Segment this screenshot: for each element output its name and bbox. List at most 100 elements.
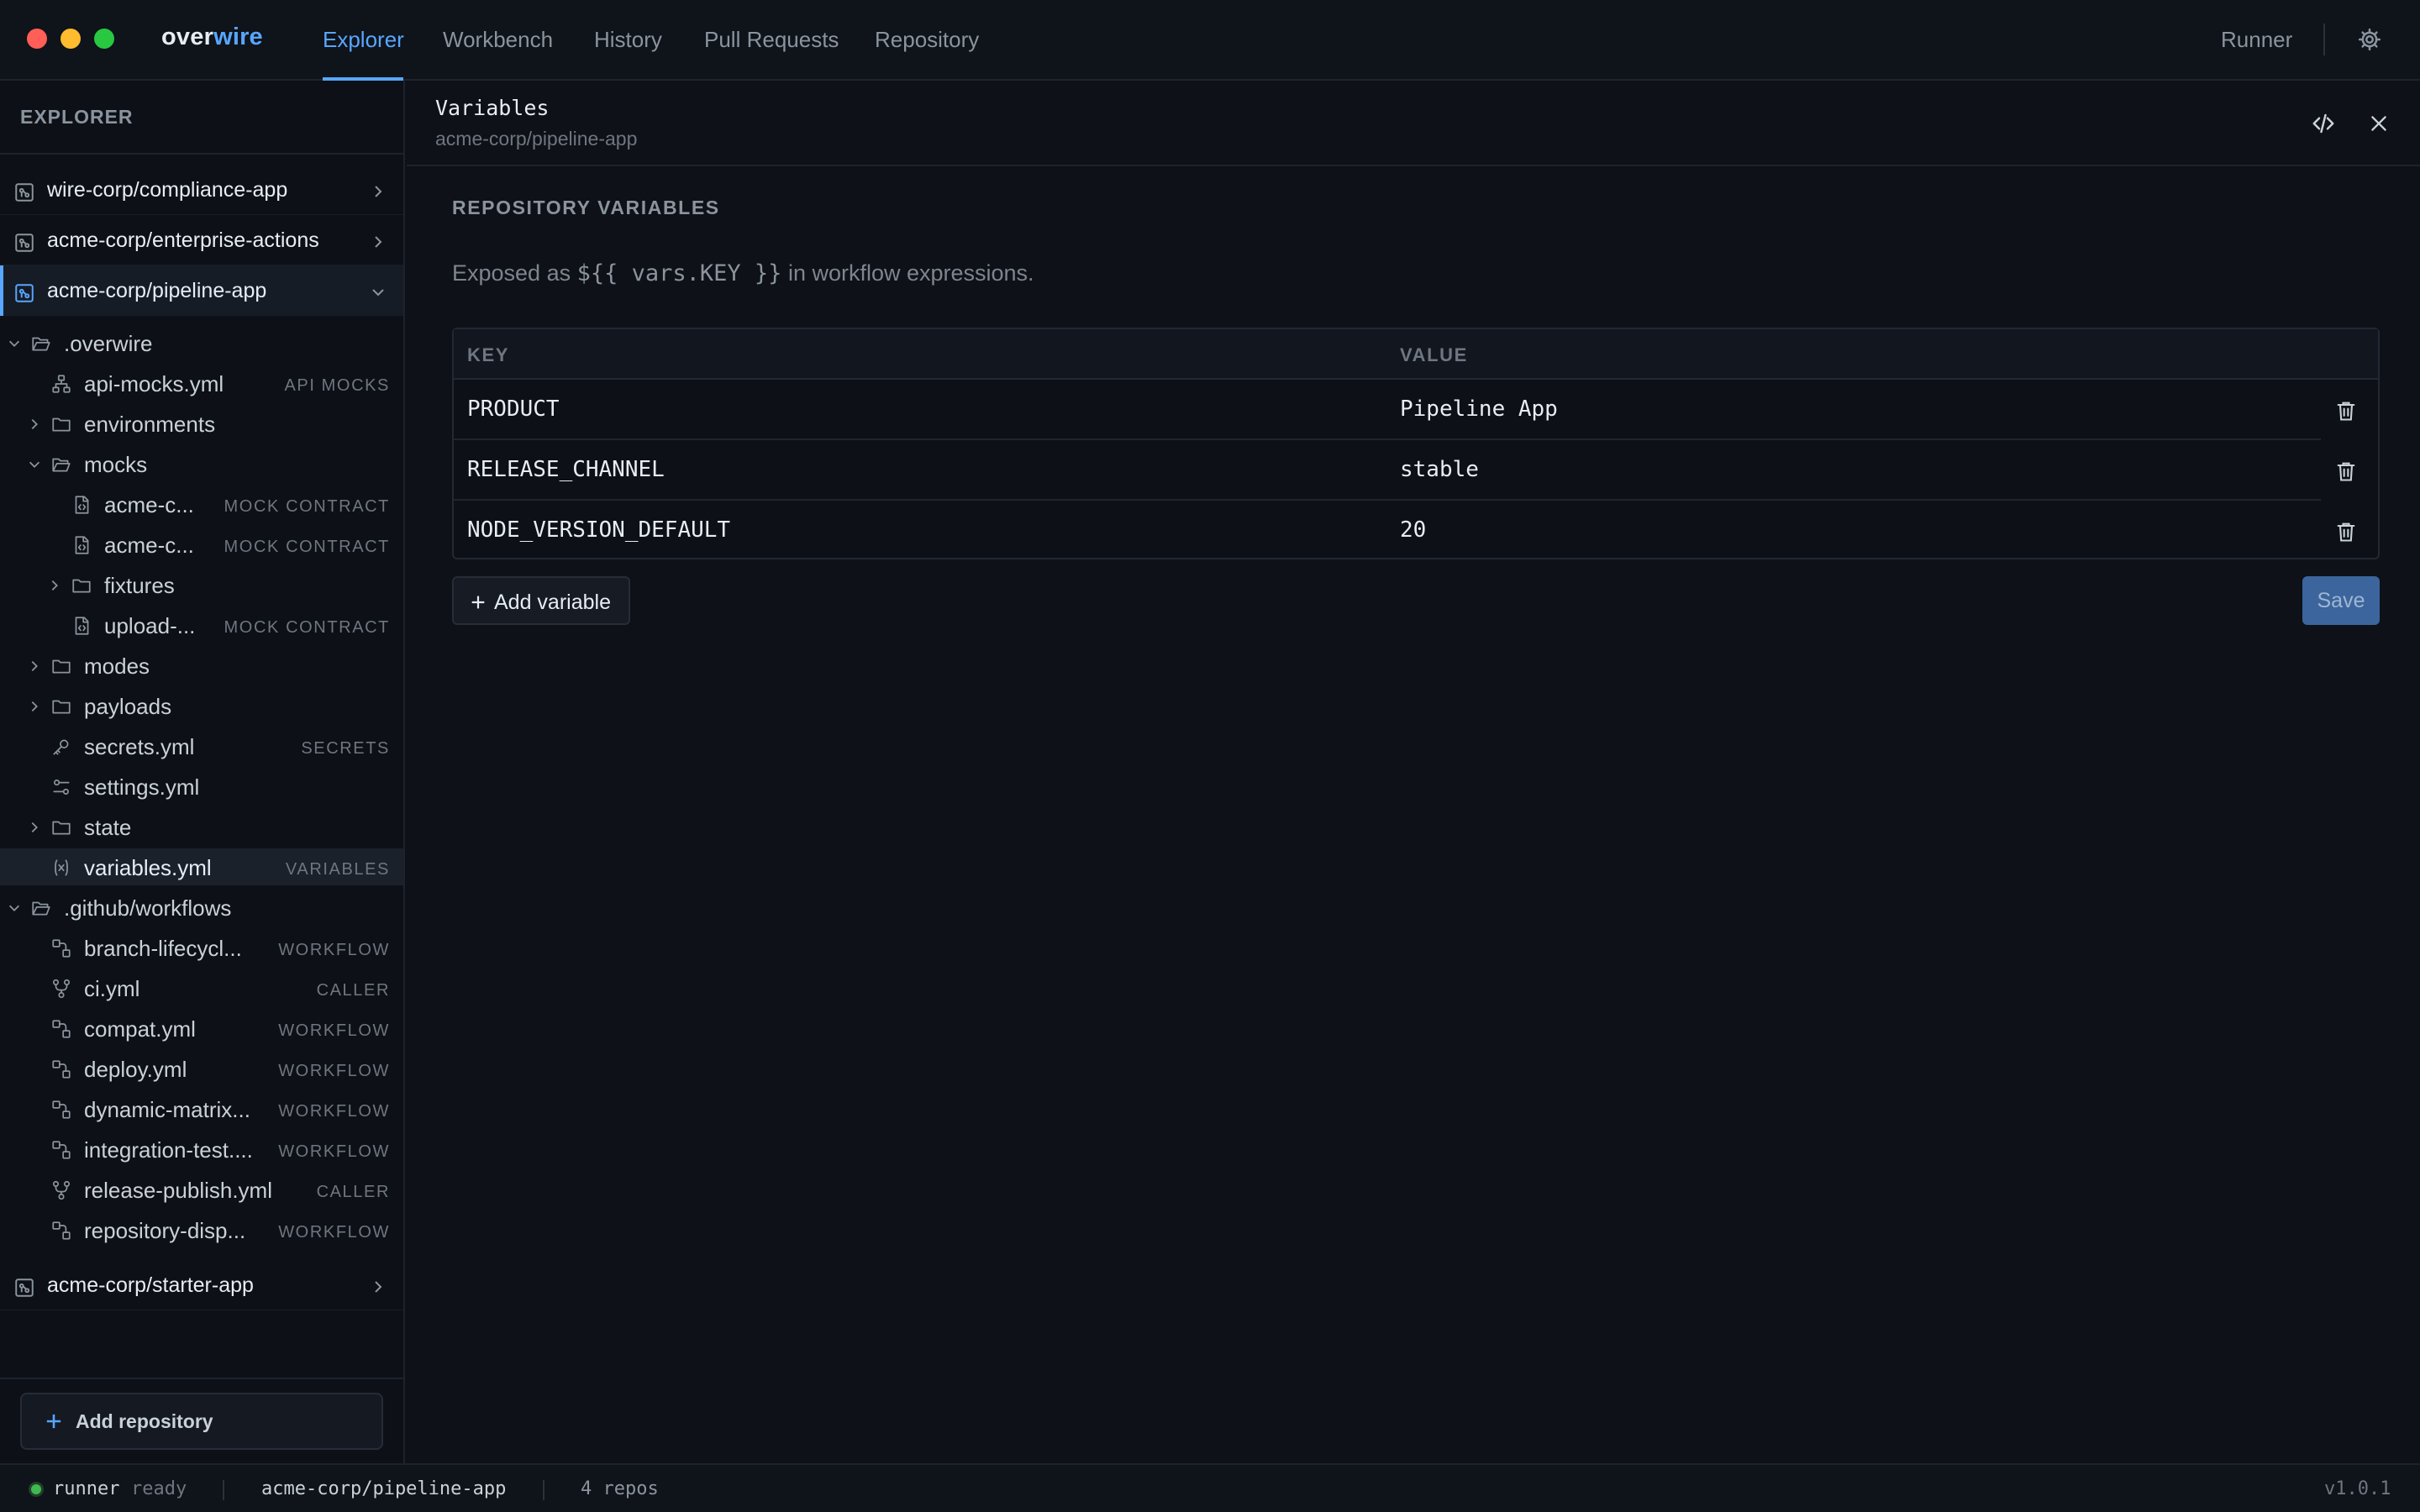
column-header-key: KEY bbox=[467, 344, 510, 365]
runner-link[interactable]: Runner bbox=[2221, 27, 2292, 53]
repo-name: acme-corp/enterprise-actions bbox=[47, 228, 319, 252]
variables-table: KEY VALUE PRODUCT Pipeline App RELEASE_C… bbox=[452, 328, 2380, 559]
variable-key[interactable]: NODE_VERSION_DEFAULT bbox=[467, 517, 730, 543]
tree-file-item[interactable]: settings.yml bbox=[0, 768, 403, 805]
add-repository-button[interactable]: Add repository bbox=[20, 1393, 383, 1450]
tree-folder-item[interactable]: state bbox=[0, 808, 403, 845]
folder-open-icon bbox=[50, 454, 72, 475]
table-row: RELEASE_CHANNEL stable bbox=[454, 440, 2378, 501]
workflow-icon bbox=[50, 937, 72, 959]
add-variable-button[interactable]: Add variable bbox=[452, 576, 630, 625]
tab-explorer[interactable]: Explorer bbox=[323, 27, 404, 53]
chevron-right-icon[interactable] bbox=[27, 820, 42, 835]
tree-folder-item[interactable]: fixtures bbox=[0, 566, 403, 603]
chevron-right-icon[interactable] bbox=[27, 699, 42, 714]
tree-file-item[interactable]: compat.yml WORKFLOW bbox=[0, 1010, 403, 1047]
repo-item-starter-app[interactable]: acme-corp/starter-app bbox=[0, 1260, 403, 1310]
tree-item-label: .github/workflows bbox=[64, 895, 232, 921]
tree-item-label: payloads bbox=[84, 694, 172, 719]
settings-gear-icon[interactable] bbox=[2357, 27, 2382, 52]
app-logo: overwire bbox=[161, 24, 263, 51]
repo-icon bbox=[13, 1277, 35, 1299]
tree-folder-item[interactable]: environments bbox=[0, 405, 403, 442]
tree-file-item[interactable]: repository-disp... WORKFLOW bbox=[0, 1211, 403, 1248]
tree-item-badge: SECRETS bbox=[301, 739, 390, 758]
plus-icon bbox=[42, 1410, 66, 1433]
tree-folder-item[interactable]: .overwire bbox=[0, 324, 403, 361]
tree-item-label: settings.yml bbox=[84, 774, 200, 800]
key-icon bbox=[50, 736, 72, 758]
variable-value[interactable]: Pipeline App bbox=[1400, 396, 1558, 422]
tree-file-item[interactable]: upload-... MOCK CONTRACT bbox=[0, 606, 403, 643]
tree-file-item[interactable]: variables.yml VARIABLES bbox=[0, 848, 403, 885]
variable-value[interactable]: 20 bbox=[1400, 517, 1426, 543]
delete-trash-icon[interactable] bbox=[2334, 519, 2358, 544]
save-button[interactable]: Save bbox=[2302, 576, 2380, 625]
runner-status-label: runner bbox=[53, 1478, 120, 1499]
tree-folder-item[interactable]: modes bbox=[0, 647, 403, 684]
tree-file-item[interactable]: ci.yml CALLER bbox=[0, 969, 403, 1006]
variable-key[interactable]: PRODUCT bbox=[467, 396, 560, 422]
tree-file-item[interactable]: integration-test.... WORKFLOW bbox=[0, 1131, 403, 1168]
chevron-down-icon[interactable] bbox=[7, 900, 22, 916]
tree-file-item[interactable]: secrets.yml SECRETS bbox=[0, 727, 403, 764]
tree-file-item[interactable]: release-publish.yml CALLER bbox=[0, 1171, 403, 1208]
tab-history[interactable]: History bbox=[594, 27, 662, 53]
window-maximize-dot[interactable] bbox=[94, 29, 114, 49]
delete-trash-icon[interactable] bbox=[2334, 398, 2358, 423]
tree-item-label: repository-disp... bbox=[84, 1218, 246, 1243]
tree-item-label: .overwire bbox=[64, 331, 153, 356]
repo-name: wire-corp/compliance-app bbox=[47, 178, 288, 202]
variable-key[interactable]: RELEASE_CHANNEL bbox=[467, 457, 665, 482]
chevron-down-icon[interactable] bbox=[370, 284, 387, 301]
tree-file-item[interactable]: acme-c... MOCK CONTRACT bbox=[0, 526, 403, 563]
window-close-dot[interactable] bbox=[27, 29, 47, 49]
tree-item-label: fixtures bbox=[104, 573, 175, 598]
tab-pull-requests[interactable]: Pull Requests bbox=[704, 27, 839, 53]
workflow-icon bbox=[50, 1099, 72, 1121]
tree-file-item[interactable]: deploy.yml WORKFLOW bbox=[0, 1050, 403, 1087]
panel-subtitle: acme-corp/pipeline-app bbox=[435, 128, 638, 150]
table-row: NODE_VERSION_DEFAULT 20 bbox=[454, 501, 2378, 561]
tree-item-label: environments bbox=[84, 412, 216, 437]
repo-item-compliance-app[interactable]: wire-corp/compliance-app bbox=[0, 165, 403, 215]
tree-item-badge: WORKFLOW bbox=[278, 1021, 390, 1040]
chevron-right-icon[interactable] bbox=[370, 1278, 387, 1295]
tree-item-label: variables.yml bbox=[84, 855, 212, 880]
tree-folder-item[interactable]: payloads bbox=[0, 687, 403, 724]
hint-code: ${{ vars.KEY }} bbox=[576, 260, 782, 286]
tree-folder-item[interactable]: mocks bbox=[0, 445, 403, 482]
delete-trash-icon[interactable] bbox=[2334, 459, 2358, 484]
close-icon[interactable] bbox=[2368, 113, 2390, 134]
tree-file-item[interactable]: dynamic-matrix... WORKFLOW bbox=[0, 1090, 403, 1127]
divider bbox=[0, 153, 403, 155]
tree-file-item[interactable]: acme-c... MOCK CONTRACT bbox=[0, 486, 403, 522]
tab-workbench[interactable]: Workbench bbox=[443, 27, 553, 53]
tree-item-badge: WORKFLOW bbox=[278, 1102, 390, 1121]
settings-file-icon bbox=[50, 776, 72, 798]
chevron-down-icon[interactable] bbox=[7, 336, 22, 351]
chevron-right-icon[interactable] bbox=[370, 183, 387, 200]
chevron-right-icon[interactable] bbox=[27, 417, 42, 432]
repo-item-pipeline-app[interactable]: acme-corp/pipeline-app bbox=[0, 265, 403, 316]
code-view-icon[interactable] bbox=[2311, 111, 2336, 136]
tree-item-badge: MOCK CONTRACT bbox=[224, 497, 390, 516]
tree-file-item[interactable]: branch-lifecycl... WORKFLOW bbox=[0, 929, 403, 966]
status-bar: runner ready acme-corp/pipeline-app 4 re… bbox=[0, 1463, 2420, 1512]
repo-item-enterprise-actions[interactable]: acme-corp/enterprise-actions bbox=[0, 215, 403, 265]
tree-folder-item[interactable]: .github/workflows bbox=[0, 889, 403, 926]
chevron-right-icon[interactable] bbox=[47, 578, 62, 593]
variable-value[interactable]: stable bbox=[1400, 457, 1479, 482]
tree-file-item[interactable]: api-mocks.yml API MOCKS bbox=[0, 365, 403, 402]
chevron-right-icon[interactable] bbox=[370, 234, 387, 250]
runner-status-state: ready bbox=[131, 1478, 187, 1499]
folder-icon bbox=[50, 655, 72, 677]
chevron-right-icon[interactable] bbox=[27, 659, 42, 674]
tree-item-label: dynamic-matrix... bbox=[84, 1097, 250, 1122]
chevron-down-icon[interactable] bbox=[27, 457, 42, 472]
tab-repository[interactable]: Repository bbox=[875, 27, 979, 53]
folder-icon bbox=[50, 413, 72, 435]
window-minimize-dot[interactable] bbox=[60, 29, 81, 49]
hint-prefix: Exposed as bbox=[452, 260, 577, 286]
folder-icon bbox=[50, 816, 72, 838]
